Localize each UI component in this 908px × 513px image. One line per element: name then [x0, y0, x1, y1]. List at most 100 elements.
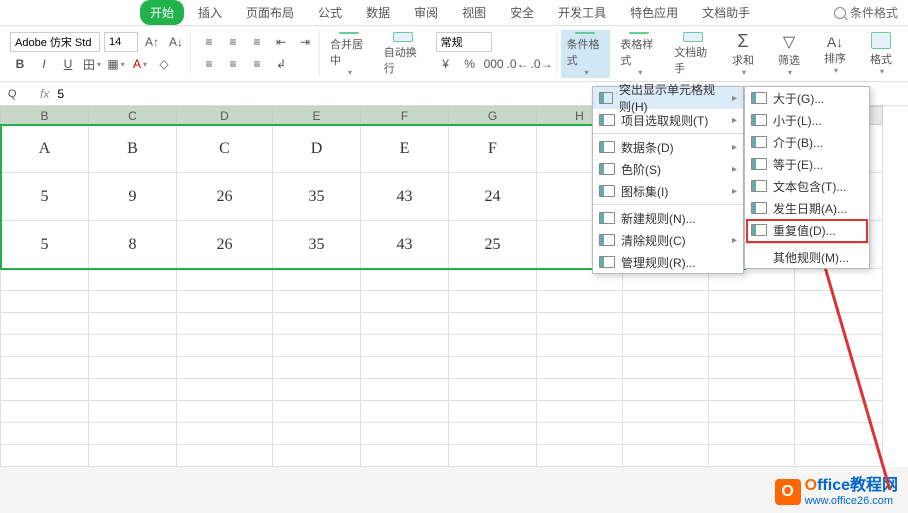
menu-colorscale[interactable]: 色阶(S)▸: [593, 158, 743, 180]
tab-special[interactable]: 特色应用: [620, 0, 688, 25]
sort-button[interactable]: A↓排序▾: [814, 30, 856, 78]
cell[interactable]: 5: [1, 173, 89, 221]
col-header[interactable]: G: [449, 107, 537, 125]
cell[interactable]: B: [89, 125, 177, 173]
col-header[interactable]: D: [177, 107, 273, 125]
cell[interactable]: 25: [449, 221, 537, 269]
merge-center-button[interactable]: 合并居中▾: [324, 30, 374, 78]
cell[interactable]: E: [361, 125, 449, 173]
doc-helper-button[interactable]: 文档助手: [668, 30, 718, 78]
underline-button[interactable]: U: [58, 54, 78, 74]
tab-review[interactable]: 审阅: [404, 0, 448, 25]
cell[interactable]: 26: [177, 173, 273, 221]
dec-dec-icon[interactable]: .0→: [532, 54, 552, 74]
menu-iconset[interactable]: 图标集(I)▸: [593, 180, 743, 202]
number-format-select[interactable]: [436, 32, 492, 52]
table-style-button[interactable]: 表格样式▾: [614, 30, 664, 78]
databar-icon: [599, 141, 615, 153]
percent-icon[interactable]: %: [460, 54, 480, 74]
tab-data[interactable]: 数据: [356, 0, 400, 25]
col-header[interactable]: E: [273, 107, 361, 125]
align-group: ≡ ≡ ≡ ⇤ ⇥ ≡ ≡ ≡ ↲: [195, 30, 320, 77]
tab-view[interactable]: 视图: [452, 0, 496, 25]
cell[interactable]: 8: [89, 221, 177, 269]
currency-icon[interactable]: ¥: [436, 54, 456, 74]
indent-inc-icon[interactable]: ⇥: [295, 32, 315, 52]
cell[interactable]: 43: [361, 221, 449, 269]
menu-other-rules[interactable]: 其他规则(M)...: [745, 246, 869, 268]
menu-highlight-cells[interactable]: 突出显示单元格规则(H)▸: [593, 87, 743, 109]
fill-color-button[interactable]: ▦▾: [106, 54, 126, 74]
dec-inc-icon[interactable]: .0←: [508, 54, 528, 74]
newrule-icon: [599, 212, 615, 224]
border-button[interactable]: 田▾: [82, 54, 102, 74]
menu-clear[interactable]: 清除规则(C)▸: [593, 229, 743, 251]
conditional-format-menu: 突出显示单元格规则(H)▸ 项目选取规则(T)▸ 数据条(D)▸ 色阶(S)▸ …: [592, 86, 744, 274]
tab-layout[interactable]: 页面布局: [236, 0, 304, 25]
sum-button[interactable]: Σ求和▾: [722, 30, 764, 78]
fx-icon[interactable]: fx: [40, 87, 49, 101]
font-size-input[interactable]: [104, 32, 138, 52]
col-header[interactable]: B: [1, 107, 89, 125]
indent-dec-icon[interactable]: ⇤: [271, 32, 291, 52]
menu-greater-than[interactable]: 大于(G)...: [745, 87, 869, 109]
filter-button[interactable]: ▽筛选▾: [768, 30, 810, 78]
tab-formula[interactable]: 公式: [308, 0, 352, 25]
menu-between[interactable]: 介于(B)...: [745, 131, 869, 153]
cell[interactable]: 9: [89, 173, 177, 221]
increase-font-icon[interactable]: A↑: [142, 32, 162, 52]
text-icon: [751, 180, 767, 192]
menu-less-than[interactable]: 小于(L)...: [745, 109, 869, 131]
conditional-format-button[interactable]: 条件格式▾: [561, 30, 611, 78]
menu-manage[interactable]: 管理规则(R)...: [593, 251, 743, 273]
cell[interactable]: C: [177, 125, 273, 173]
cell[interactable]: 35: [273, 221, 361, 269]
menu-date[interactable]: 发生日期(A)...: [745, 197, 869, 219]
align-center-icon[interactable]: ≡: [223, 54, 243, 74]
lt-icon: [751, 114, 767, 126]
cell[interactable]: 26: [177, 221, 273, 269]
decrease-font-icon[interactable]: A↓: [166, 32, 186, 52]
align-left-icon[interactable]: ≡: [199, 54, 219, 74]
search-box[interactable]: 条件格式: [834, 4, 898, 21]
name-box[interactable]: Q: [8, 88, 32, 100]
watermark-url: www.office26.com: [805, 495, 898, 507]
format-button[interactable]: 格式▾: [860, 30, 902, 78]
align-bot-icon[interactable]: ≡: [247, 32, 267, 52]
menu-equal[interactable]: 等于(E)...: [745, 153, 869, 175]
cell[interactable]: [1, 269, 89, 291]
cell[interactable]: A: [1, 125, 89, 173]
font-color-button[interactable]: A▾: [130, 54, 150, 74]
menu-databar[interactable]: 数据条(D)▸: [593, 136, 743, 158]
cell[interactable]: 5: [1, 221, 89, 269]
tab-insert[interactable]: 插入: [188, 0, 232, 25]
col-header[interactable]: C: [89, 107, 177, 125]
comma-icon[interactable]: 000: [484, 54, 504, 74]
cell[interactable]: 43: [361, 173, 449, 221]
align-top-icon[interactable]: ≡: [199, 32, 219, 52]
menu-duplicate[interactable]: 重复值(D)...: [745, 219, 869, 241]
wrap-icon[interactable]: ↲: [271, 54, 291, 74]
align-mid-icon[interactable]: ≡: [223, 32, 243, 52]
tab-security[interactable]: 安全: [500, 0, 544, 25]
col-header[interactable]: F: [361, 107, 449, 125]
formula-value[interactable]: 5: [57, 87, 64, 101]
cell[interactable]: D: [273, 125, 361, 173]
cell[interactable]: 35: [273, 173, 361, 221]
watermark-title: Office教程网: [805, 477, 898, 495]
font-name-input[interactable]: [10, 32, 100, 52]
tab-start[interactable]: 开始: [140, 0, 184, 25]
tab-dev[interactable]: 开发工具: [548, 0, 616, 25]
cell[interactable]: F: [449, 125, 537, 173]
menu-text-contains[interactable]: 文本包含(T)...: [745, 175, 869, 197]
tab-doc[interactable]: 文档助手: [692, 0, 760, 25]
align-right-icon[interactable]: ≡: [247, 54, 267, 74]
between-icon: [751, 136, 767, 148]
italic-button[interactable]: I: [34, 54, 54, 74]
autowrap-button[interactable]: 自动换行: [378, 30, 428, 78]
cell[interactable]: 24: [449, 173, 537, 221]
bold-button[interactable]: B: [10, 54, 30, 74]
menu-newrule[interactable]: 新建规则(N)...: [593, 207, 743, 229]
ribbon-tabs: 开始 插入 页面布局 公式 数据 审阅 视图 安全 开发工具 特色应用 文档助手…: [0, 0, 908, 26]
clear-format-icon[interactable]: ◇: [154, 54, 174, 74]
